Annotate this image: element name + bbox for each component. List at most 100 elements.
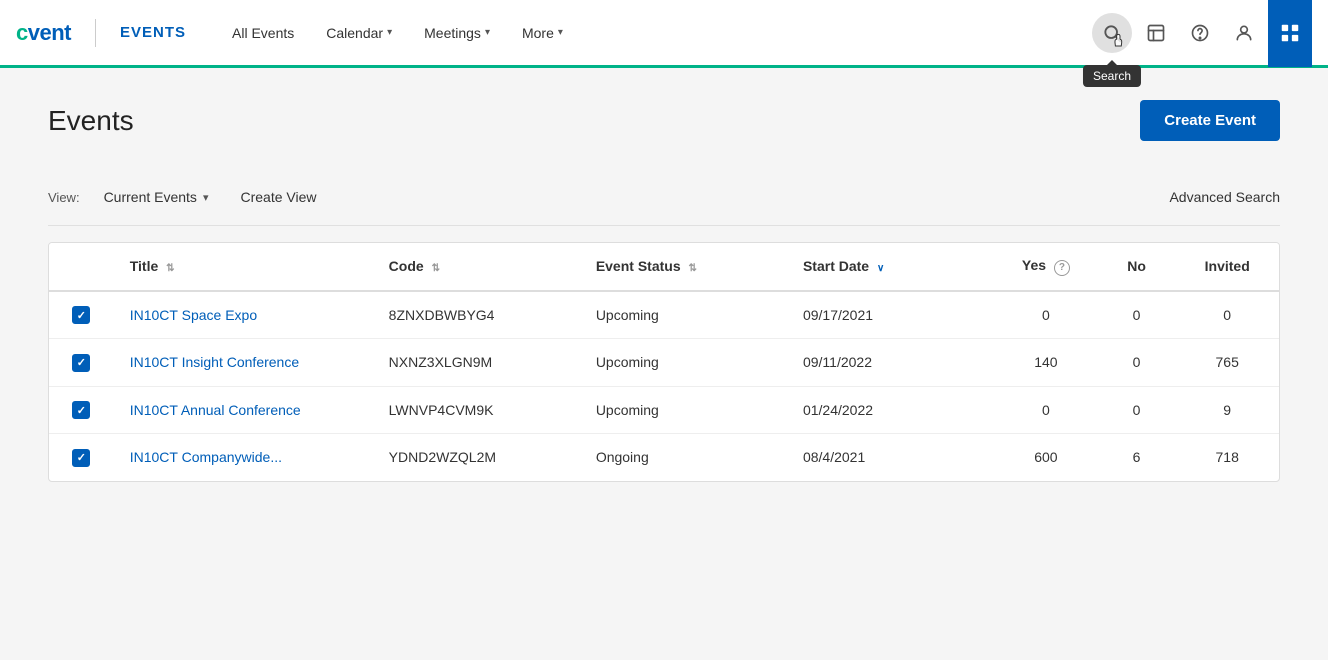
th-invited: Invited [1175, 243, 1279, 291]
date-sort-icon: ∨ [877, 263, 884, 274]
reports-button[interactable] [1136, 13, 1176, 53]
th-no: No [1098, 243, 1176, 291]
apps-button[interactable] [1268, 0, 1312, 67]
user-button[interactable] [1224, 13, 1264, 53]
row-no-cell: 6 [1098, 434, 1176, 481]
table-body: IN10CT Space Expo 8ZNXDBWBYG4 Upcoming 0… [49, 291, 1279, 481]
row-status-cell: Upcoming [580, 339, 787, 387]
logo-divider [95, 19, 96, 47]
logo-events: EVENTS [120, 24, 186, 41]
th-start-date[interactable]: Start Date ∨ [787, 243, 994, 291]
advanced-search-link[interactable]: Advanced Search [1169, 189, 1280, 205]
row-date-cell: 01/24/2022 [787, 386, 994, 434]
search-icon [1102, 23, 1122, 43]
status-sort-icon: ⇅ [689, 263, 697, 274]
page-title: Events [48, 105, 134, 137]
row-invited-cell: 9 [1175, 386, 1279, 434]
view-left: View: Current Events ▾ Create View [48, 185, 324, 209]
header-actions: Search [1092, 0, 1312, 67]
yes-help-icon[interactable]: ? [1054, 260, 1070, 276]
table-row: IN10CT Space Expo 8ZNXDBWBYG4 Upcoming 0… [49, 291, 1279, 339]
search-button[interactable] [1092, 13, 1132, 53]
row-invited-cell: 718 [1175, 434, 1279, 481]
row-code-cell: 8ZNXDBWBYG4 [373, 291, 580, 339]
header: cvent EVENTS All Events Calendar ▾ Meeti… [0, 0, 1328, 68]
user-icon [1234, 23, 1254, 43]
create-view-link[interactable]: Create View [232, 185, 324, 209]
nav-more[interactable]: More ▾ [508, 17, 577, 49]
th-status[interactable]: Event Status ⇅ [580, 243, 787, 291]
events-table-container: Title ⇅ Code ⇅ Event Status ⇅ Start Date… [48, 242, 1280, 482]
view-bar: View: Current Events ▾ Create View Advan… [48, 169, 1280, 226]
event-title-link[interactable]: IN10CT Insight Conference [130, 354, 299, 370]
row-invited-cell: 0 [1175, 291, 1279, 339]
events-table: Title ⇅ Code ⇅ Event Status ⇅ Start Date… [49, 243, 1279, 481]
create-event-button[interactable]: Create Event [1140, 100, 1280, 141]
nav-all-events[interactable]: All Events [218, 17, 308, 49]
row-checkbox[interactable] [72, 354, 90, 372]
main-nav: All Events Calendar ▾ Meetings ▾ More ▾ [218, 17, 1092, 49]
page-header: Events Create Event [48, 100, 1280, 141]
row-checkbox[interactable] [72, 306, 90, 324]
th-title[interactable]: Title ⇅ [114, 243, 373, 291]
row-yes-cell: 140 [994, 339, 1098, 387]
title-sort-icon: ⇅ [166, 263, 174, 274]
table-row: IN10CT Companywide... YDND2WZQL2M Ongoin… [49, 434, 1279, 481]
more-chevron-icon: ▾ [558, 27, 563, 38]
row-no-cell: 0 [1098, 386, 1176, 434]
event-title-link[interactable]: IN10CT Annual Conference [130, 402, 301, 418]
cvent-logo: cvent [16, 20, 71, 46]
row-code-cell: NXNZ3XLGN9M [373, 339, 580, 387]
nav-meetings[interactable]: Meetings ▾ [410, 17, 504, 49]
row-status-cell: Upcoming [580, 291, 787, 339]
row-no-cell: 0 [1098, 339, 1176, 387]
row-checkbox[interactable] [72, 401, 90, 419]
row-code-cell: YDND2WZQL2M [373, 434, 580, 481]
meetings-chevron-icon: ▾ [485, 27, 490, 38]
main-content: Events Create Event View: Current Events… [24, 68, 1304, 514]
logo-vent: vent [28, 20, 71, 45]
table-row: IN10CT Insight Conference NXNZ3XLGN9M Up… [49, 339, 1279, 387]
table-row: IN10CT Annual Conference LWNVP4CVM9K Upc… [49, 386, 1279, 434]
current-view-label: Current Events [104, 189, 197, 205]
view-label: View: [48, 190, 80, 205]
row-yes-cell: 0 [994, 386, 1098, 434]
code-sort-icon: ⇅ [432, 263, 440, 274]
search-icon-container: Search [1092, 13, 1132, 53]
event-title-link[interactable]: IN10CT Companywide... [130, 449, 282, 465]
calendar-chevron-icon: ▾ [387, 27, 392, 38]
event-title-link[interactable]: IN10CT Space Expo [130, 307, 257, 323]
th-checkbox [49, 243, 114, 291]
row-checkbox-cell [49, 386, 114, 434]
row-title-cell: IN10CT Insight Conference [114, 339, 373, 387]
search-tooltip: Search [1083, 65, 1141, 87]
table-header-row: Title ⇅ Code ⇅ Event Status ⇅ Start Date… [49, 243, 1279, 291]
th-code[interactable]: Code ⇅ [373, 243, 580, 291]
row-invited-cell: 765 [1175, 339, 1279, 387]
row-yes-cell: 0 [994, 291, 1098, 339]
row-date-cell: 09/17/2021 [787, 291, 994, 339]
current-view-selector[interactable]: Current Events ▾ [104, 189, 209, 205]
row-checkbox-cell [49, 291, 114, 339]
row-status-cell: Upcoming [580, 386, 787, 434]
logo: cvent EVENTS [16, 19, 186, 47]
row-title-cell: IN10CT Companywide... [114, 434, 373, 481]
row-date-cell: 08/4/2021 [787, 434, 994, 481]
logo-c: c [16, 20, 28, 45]
nav-calendar[interactable]: Calendar ▾ [312, 17, 406, 49]
reports-icon [1146, 23, 1166, 43]
row-date-cell: 09/11/2022 [787, 339, 994, 387]
help-icon [1190, 23, 1210, 43]
row-title-cell: IN10CT Annual Conference [114, 386, 373, 434]
row-title-cell: IN10CT Space Expo [114, 291, 373, 339]
row-yes-cell: 600 [994, 434, 1098, 481]
view-chevron-icon: ▾ [203, 191, 209, 204]
row-checkbox[interactable] [72, 449, 90, 467]
row-status-cell: Ongoing [580, 434, 787, 481]
row-code-cell: LWNVP4CVM9K [373, 386, 580, 434]
help-button[interactable] [1180, 13, 1220, 53]
th-yes: Yes ? [994, 243, 1098, 291]
grid-icon [1279, 22, 1301, 44]
row-checkbox-cell [49, 434, 114, 481]
row-checkbox-cell [49, 339, 114, 387]
